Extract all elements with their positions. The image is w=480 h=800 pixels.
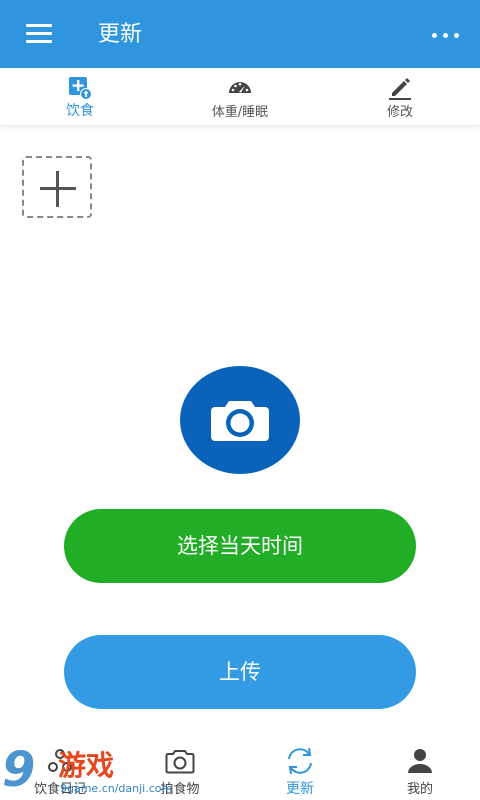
nav-food-diary-label: 饮食日记 xyxy=(33,782,86,797)
bottom-nav: 饮食日记 拍食物 更新 我的 xyxy=(0,738,480,800)
tab-food[interactable]: 饮食 xyxy=(0,68,160,126)
nav-take-photo[interactable]: 拍食物 xyxy=(120,738,240,800)
nav-take-photo-label: 拍食物 xyxy=(160,782,200,797)
app-bar: 更新 xyxy=(0,0,480,68)
person-icon xyxy=(408,749,432,773)
camera-icon xyxy=(211,401,269,441)
nav-update-label: 更新 xyxy=(286,781,314,797)
nav-update[interactable]: 更新 xyxy=(240,738,360,800)
camera-icon xyxy=(165,750,195,774)
gauge-icon xyxy=(229,82,251,93)
more-dots-icon[interactable] xyxy=(432,25,460,45)
tab-weight-sleep-label: 体重/睡眠 xyxy=(211,105,269,120)
plus-icon-stem xyxy=(56,171,59,207)
tab-edit[interactable]: 修改 xyxy=(320,68,480,126)
upload-button[interactable]: 上传 xyxy=(64,635,416,709)
page-title: 更新 xyxy=(98,22,143,47)
add-photo-button[interactable] xyxy=(22,156,92,218)
camera-button[interactable] xyxy=(180,366,300,474)
tab-edit-label: 修改 xyxy=(386,105,413,120)
hamburger-menu-icon[interactable] xyxy=(26,24,52,44)
tab-weight-sleep[interactable]: 体重/睡眠 xyxy=(160,68,320,126)
top-tabs: 饮食 体重/睡眠 修改 xyxy=(0,68,480,126)
pencil-icon xyxy=(389,78,411,100)
nav-profile-label: 我的 xyxy=(406,782,433,797)
select-date-button[interactable]: 选择当天时间 xyxy=(64,509,416,583)
nav-profile[interactable]: 我的 xyxy=(360,738,480,800)
refresh-icon xyxy=(288,747,312,775)
nav-food-diary[interactable]: 饮食日记 xyxy=(0,738,120,800)
diary-icon xyxy=(48,749,72,772)
add-food-icon xyxy=(69,77,92,100)
tab-food-label: 饮食 xyxy=(66,103,94,119)
